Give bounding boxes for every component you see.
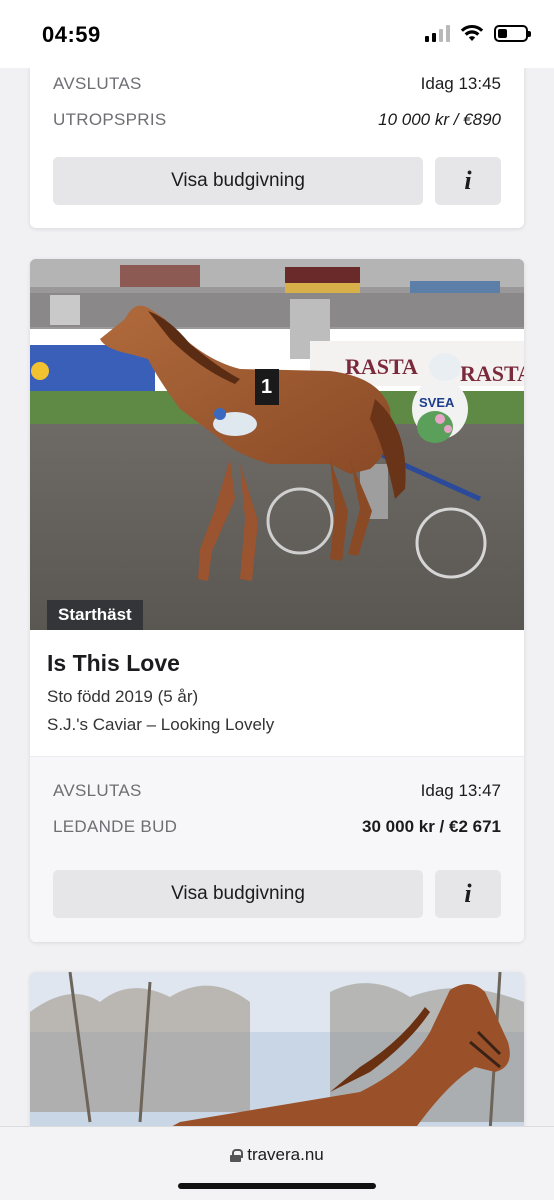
starting-price-label: UTROPSPRIS <box>53 110 167 129</box>
sponsor-board-text-2: RASTA <box>460 361 524 386</box>
info-button[interactable]: i <box>435 870 501 918</box>
info-icon: i <box>464 879 472 908</box>
show-bidding-button[interactable]: Visa budgivning <box>53 157 423 205</box>
url-display[interactable]: travera.nu <box>0 1145 554 1165</box>
horse-info: Sto född 2019 (5 år) <box>47 687 199 706</box>
info-button[interactable]: i <box>435 157 501 205</box>
closing-time-value: Idag 13:47 <box>420 781 501 800</box>
wifi-icon <box>460 24 484 41</box>
leading-bid-value: 30 000 kr / €2 671 <box>362 817 501 836</box>
battery-level <box>498 28 507 38</box>
status-bar: 04:59 <box>0 0 554 68</box>
bib-number-text: 1 <box>261 376 272 398</box>
closing-time-label: AVSLUTAS <box>53 781 142 800</box>
starting-price-row: UTROPSPRIS 10 000 kr / €890 <box>53 110 501 130</box>
leading-bid-label: LEDANDE BUD <box>53 817 178 836</box>
url-domain: travera.nu <box>247 1145 324 1164</box>
horse-pedigree: S.J.'s Caviar – Looking Lovely <box>47 715 275 734</box>
starting-price-value: 10 000 kr / €890 <box>378 110 501 129</box>
closing-time-row: AVSLUTAS Idag 13:47 <box>53 781 501 801</box>
browser-url-bar[interactable]: travera.nu <box>0 1126 554 1200</box>
horse-name[interactable]: Is This Love <box>47 650 180 677</box>
driver-helmet-text: SVEA <box>419 395 455 410</box>
closing-time-row: AVSLUTAS Idag 13:45 <box>53 74 501 94</box>
auction-card-is-this-love[interactable]: RASTA RASTA SVEA 1 <box>30 259 524 942</box>
auction-card-previous: AVSLUTAS Idag 13:45 UTROPSPRIS 10 000 kr… <box>30 52 524 228</box>
status-icons <box>425 24 531 42</box>
status-time: 04:59 <box>42 22 101 47</box>
auction-details: AVSLUTAS Idag 13:47 LEDANDE BUD 30 000 k… <box>30 756 524 942</box>
starthast-badge: Starthäst <box>47 600 143 630</box>
closing-time-value: Idag 13:45 <box>420 74 501 93</box>
horse-photo[interactable]: RASTA RASTA SVEA 1 <box>30 259 524 630</box>
sponsor-board-text: RASTA <box>345 354 418 379</box>
show-bidding-button[interactable]: Visa budgivning <box>53 870 423 918</box>
battery-icon <box>494 24 531 42</box>
info-icon: i <box>464 166 472 195</box>
leading-bid-row: LEDANDE BUD 30 000 kr / €2 671 <box>53 817 501 837</box>
lock-icon <box>230 1148 244 1162</box>
cellular-signal-icon <box>425 24 450 42</box>
home-indicator[interactable] <box>178 1183 376 1189</box>
closing-time-label: AVSLUTAS <box>53 74 142 93</box>
